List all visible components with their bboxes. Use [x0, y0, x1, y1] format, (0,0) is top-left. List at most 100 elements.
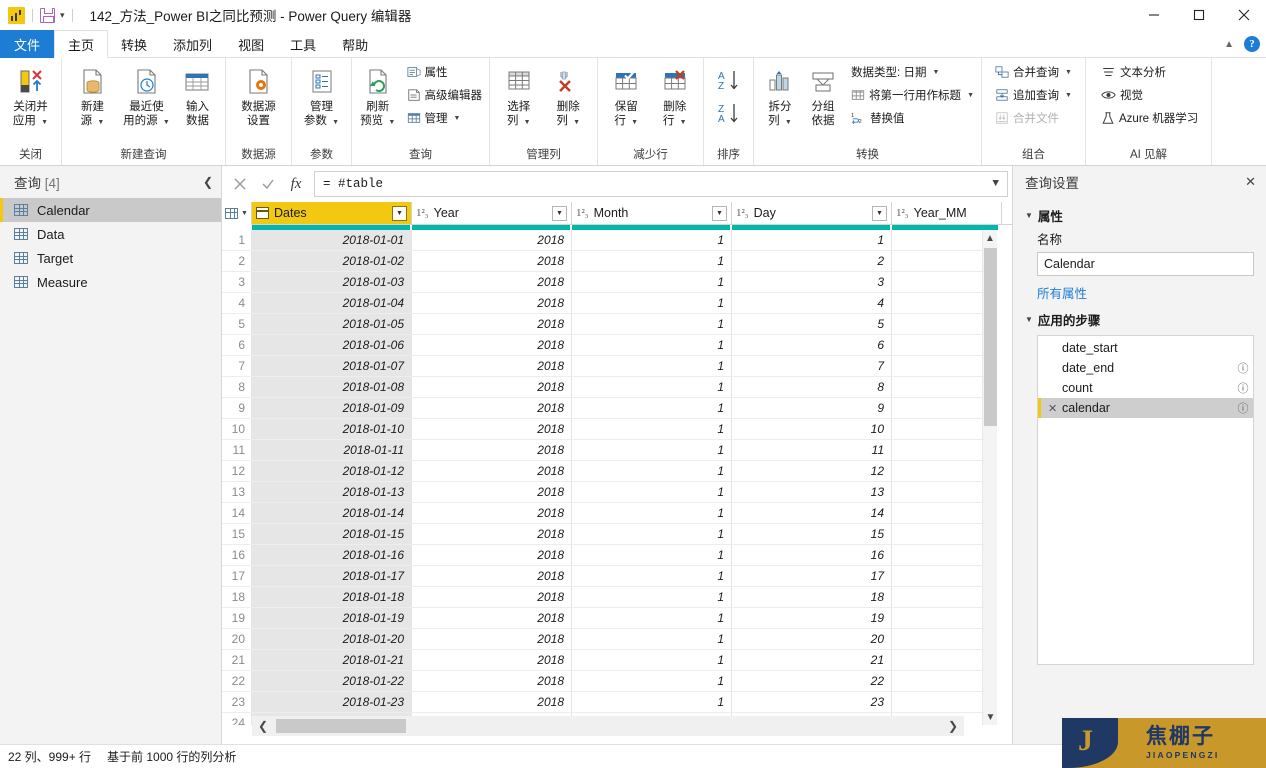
column-header-dates[interactable]: Dates ▼ — [252, 202, 412, 224]
keep-rows-button[interactable]: 保留 行 ▼ — [602, 61, 651, 130]
table-cell-year[interactable]: 2018 — [412, 461, 572, 481]
table-cell-dates[interactable]: 2018-01-22 — [252, 671, 412, 691]
table-row[interactable]: 18 2018-01-18 2018 1 18 — [222, 587, 997, 608]
table-cell-year[interactable]: 2018 — [412, 272, 572, 292]
table-cell-month[interactable]: 1 — [572, 692, 732, 712]
table-cell-dates[interactable]: 2018-01-08 — [252, 377, 412, 397]
table-cell-month[interactable]: 1 — [572, 356, 732, 376]
table-cell-dates[interactable]: 2018-01-17 — [252, 566, 412, 586]
table-cell-day[interactable]: 9 — [732, 398, 892, 418]
cancel-icon[interactable] — [226, 171, 254, 197]
table-cell-dates[interactable]: 2018-01-05 — [252, 314, 412, 334]
table-cell-day[interactable]: 22 — [732, 671, 892, 691]
text-analytics-button[interactable]: 文本分析 — [1098, 61, 1201, 83]
azure-machine-learning-button[interactable]: Azure 机器学习 — [1098, 107, 1201, 129]
table-row[interactable]: 19 2018-01-19 2018 1 19 — [222, 608, 997, 629]
query-name-input[interactable]: Calendar — [1037, 252, 1254, 276]
applied-step-date_start[interactable]: date_start — [1038, 338, 1253, 358]
table-cell-dates[interactable]: 2018-01-20 — [252, 629, 412, 649]
table-cell-month[interactable]: 1 — [572, 545, 732, 565]
table-cell-day[interactable]: 20 — [732, 629, 892, 649]
maximize-button[interactable] — [1176, 0, 1221, 30]
table-cell-month[interactable]: 1 — [572, 503, 732, 523]
properties-section-header[interactable]: ▼ 属性 — [1013, 204, 1266, 226]
table-cell-day[interactable]: 13 — [732, 482, 892, 502]
table-cell-day[interactable]: 19 — [732, 608, 892, 628]
table-row[interactable]: 20 2018-01-20 2018 1 20 — [222, 629, 997, 650]
table-row[interactable]: 6 2018-01-06 2018 1 6 — [222, 335, 997, 356]
table-cell-month[interactable]: 1 — [572, 482, 732, 502]
sidebar-item-measure[interactable]: Measure — [0, 270, 221, 294]
vision-button[interactable]: 视觉 — [1098, 84, 1201, 106]
column-header-day[interactable]: 1²₃ Day ▼ — [732, 202, 892, 224]
table-row[interactable]: 14 2018-01-14 2018 1 14 — [222, 503, 997, 524]
table-row[interactable]: 3 2018-01-03 2018 1 3 — [222, 272, 997, 293]
table-cell-year[interactable]: 2018 — [412, 629, 572, 649]
table-cell-day[interactable]: 5 — [732, 314, 892, 334]
select-all-icon[interactable]: ▼ — [222, 202, 252, 225]
table-cell-day[interactable]: 16 — [732, 545, 892, 565]
properties-button[interactable]: 属性 — [404, 61, 486, 83]
table-cell-dates[interactable]: 2018-01-02 — [252, 251, 412, 271]
merge-queries-button[interactable]: 合并查询 ▼ — [992, 61, 1075, 83]
table-cell-year[interactable]: 2018 — [412, 440, 572, 460]
table-cell-month[interactable]: 1 — [572, 629, 732, 649]
table-cell-month[interactable]: 1 — [572, 671, 732, 691]
table-row[interactable]: 11 2018-01-11 2018 1 11 — [222, 440, 997, 461]
append-queries-button[interactable]: 追加查询 ▼ — [992, 84, 1075, 106]
table-cell-month[interactable]: 1 — [572, 419, 732, 439]
chevron-down-icon[interactable]: ▼ — [992, 178, 999, 190]
table-cell-day[interactable]: 12 — [732, 461, 892, 481]
column-header-month[interactable]: 1²₃ Month ▼ — [572, 202, 732, 224]
delete-step-icon[interactable]: ✕ — [1048, 402, 1062, 415]
split-column-button[interactable]: 拆分 列 ▼ — [758, 61, 802, 130]
table-cell-year[interactable]: 2018 — [412, 608, 572, 628]
table-cell-year[interactable]: 2018 — [412, 419, 572, 439]
sort-ascending-button[interactable]: A Z — [716, 63, 742, 99]
data-type-button[interactable]: 数据类型: 日期 ▼ — [848, 61, 977, 83]
table-cell-dates[interactable]: 2018-01-18 — [252, 587, 412, 607]
applied-step-count[interactable]: count ⓘ — [1038, 378, 1253, 398]
scrollbar-thumb[interactable] — [984, 248, 997, 426]
column-filter-button[interactable]: ▼ — [712, 205, 727, 221]
applied-steps-section-header[interactable]: ▼ 应用的步骤 — [1013, 308, 1266, 330]
column-filter-button[interactable]: ▼ — [872, 205, 887, 221]
tab-tools[interactable]: 工具 — [277, 30, 329, 58]
help-icon[interactable]: ? — [1244, 36, 1260, 52]
quick-access-caret-icon[interactable]: ▾ — [60, 10, 65, 20]
table-cell-day[interactable]: 18 — [732, 587, 892, 607]
table-row[interactable]: 17 2018-01-17 2018 1 17 — [222, 566, 997, 587]
table-cell-dates[interactable]: 2018-01-07 — [252, 356, 412, 376]
table-cell-dates[interactable]: 2018-01-16 — [252, 545, 412, 565]
table-row[interactable]: 22 2018-01-22 2018 1 22 — [222, 671, 997, 692]
tab-add-column[interactable]: 添加列 — [160, 30, 225, 58]
sidebar-item-calendar[interactable]: Calendar — [0, 198, 221, 222]
manage-button[interactable]: 管理 ▼ — [404, 107, 486, 129]
table-row[interactable]: 12 2018-01-12 2018 1 12 — [222, 461, 997, 482]
chevron-up-icon[interactable]: ▲ — [983, 230, 997, 246]
table-cell-month[interactable]: 1 — [572, 314, 732, 334]
table-cell-year[interactable]: 2018 — [412, 335, 572, 355]
table-cell-day[interactable]: 3 — [732, 272, 892, 292]
table-cell-dates[interactable]: 2018-01-19 — [252, 608, 412, 628]
table-cell-dates[interactable]: 2018-01-12 — [252, 461, 412, 481]
table-cell-dates[interactable]: 2018-01-01 — [252, 230, 412, 250]
table-cell-month[interactable]: 1 — [572, 461, 732, 481]
table-cell-year[interactable]: 2018 — [412, 251, 572, 271]
remove-columns-button[interactable]: 删除 列 ▼ — [544, 61, 594, 130]
chevron-up-icon[interactable]: ▲ — [1224, 39, 1234, 50]
tab-help[interactable]: 帮助 — [329, 30, 381, 58]
combine-files-button[interactable]: 合并文件 — [992, 107, 1075, 129]
table-cell-day[interactable]: 6 — [732, 335, 892, 355]
table-row[interactable]: 15 2018-01-15 2018 1 15 — [222, 524, 997, 545]
formula-input[interactable]: = #table ▼ — [314, 171, 1008, 197]
table-cell-dates[interactable]: 2018-01-10 — [252, 419, 412, 439]
table-cell-dates[interactable]: 2018-01-04 — [252, 293, 412, 313]
table-cell-year[interactable]: 2018 — [412, 230, 572, 250]
table-cell-day[interactable]: 23 — [732, 692, 892, 712]
remove-rows-button[interactable]: 删除 行 ▼ — [651, 61, 700, 130]
applied-step-date_end[interactable]: date_end ⓘ — [1038, 358, 1253, 378]
table-cell-month[interactable]: 1 — [572, 566, 732, 586]
vertical-scrollbar[interactable]: ▲ ▼ — [982, 230, 997, 725]
table-cell-year[interactable]: 2018 — [412, 545, 572, 565]
